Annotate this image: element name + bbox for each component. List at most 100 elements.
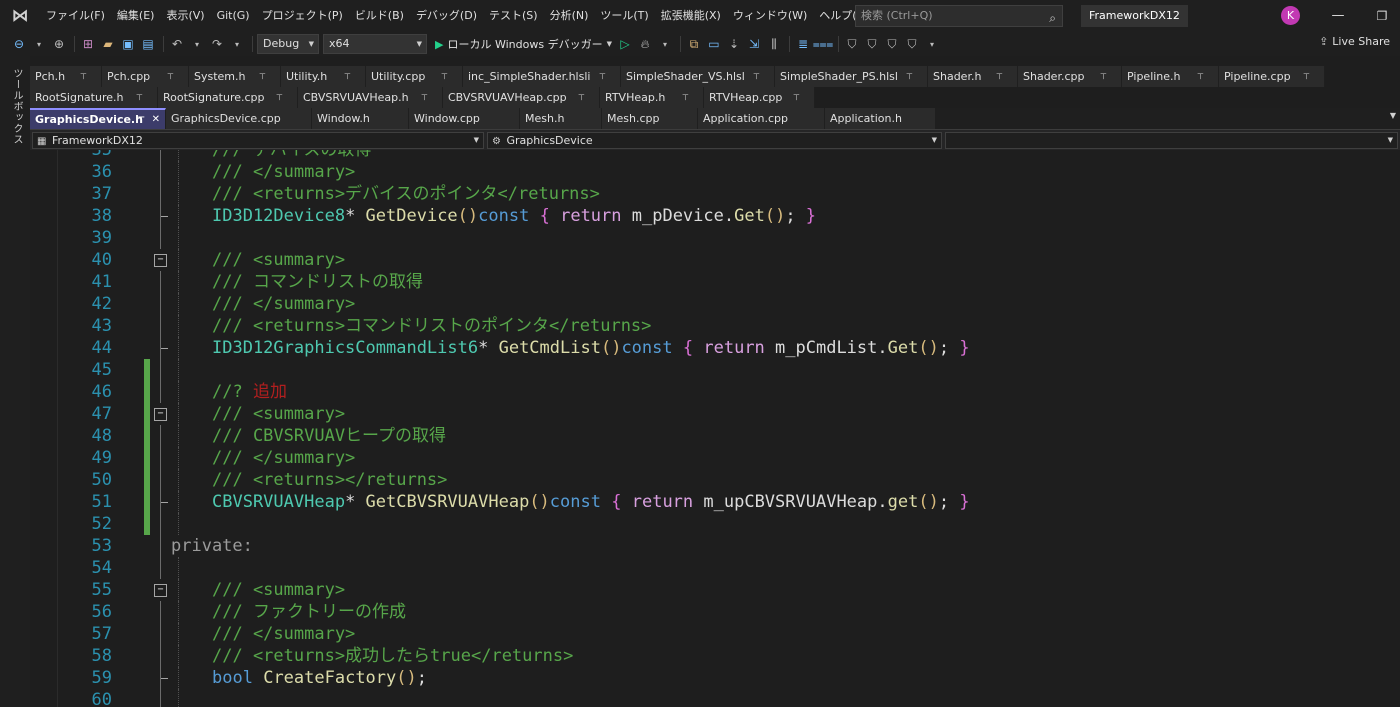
dropdown-arrow-icon[interactable]: ▾ — [656, 35, 674, 53]
breakpoint-window-icon[interactable]: ⫼ — [765, 35, 783, 53]
code-line[interactable]: 48 /// CBVSRVUAVヒープの取得 — [30, 425, 1400, 447]
code-line[interactable]: 51 CBVSRVUAVHeap* GetCBVSRVUAVHeap()const… — [30, 491, 1400, 513]
code-line[interactable]: 42 /// </summary> — [30, 293, 1400, 315]
code-editor[interactable]: 35 /// デバイスの取得 36 /// </summary> 37 /// <retu… — [30, 150, 1400, 707]
live-share-button[interactable]: ⇪ Live Share — [1319, 35, 1390, 48]
member-dropdown[interactable]: ▼ — [945, 132, 1398, 149]
pin-icon[interactable]: ⊤ — [578, 87, 585, 108]
dropdown-arrow-icon[interactable]: ▾ — [30, 35, 48, 53]
navigate-back-icon[interactable]: ⊖ — [10, 35, 28, 53]
code-line[interactable]: 49 /// </summary> — [30, 447, 1400, 469]
menu-item[interactable]: テスト(S) — [483, 0, 544, 32]
document-tab[interactable]: Mesh.h — [520, 108, 602, 129]
close-tab-icon[interactable]: ✕ — [152, 110, 160, 129]
code-line[interactable]: 54 — [30, 557, 1400, 579]
search-input[interactable]: 検索 (Ctrl+Q) ⌕ — [855, 5, 1063, 27]
search-icon[interactable]: ⌕ — [1049, 8, 1056, 28]
solution-configuration-dropdown[interactable]: Debug ▼ — [257, 34, 319, 54]
start-debugging-button[interactable]: ▶ ローカル Windows デバッガー ▼ — [435, 36, 612, 52]
new-project-icon[interactable]: ⊞ — [79, 35, 97, 53]
next-bookmark-icon[interactable]: ⛉ — [883, 35, 901, 53]
restore-window-icon[interactable]: ❐ — [1374, 0, 1390, 32]
dropdown-arrow-icon[interactable]: ▾ — [923, 35, 941, 53]
redo-dropdown-icon[interactable]: ▾ — [228, 35, 246, 53]
code-line[interactable]: 43 /// <returns>コマンドリストのポインタ</returns> — [30, 315, 1400, 337]
document-tab[interactable]: Utility.h ⊤ — [281, 66, 366, 87]
save-icon[interactable]: ▣ — [119, 35, 137, 53]
code-line[interactable]: 37 /// <returns>デバイスのポインタ</returns> — [30, 183, 1400, 205]
toolbox-tab[interactable]: ツールボックス — [9, 68, 24, 145]
document-tab[interactable]: CBVSRVUAVHeap.h ⊤ — [298, 87, 443, 108]
document-tab[interactable]: CBVSRVUAVHeap.cpp ⊤ — [443, 87, 600, 108]
pin-icon[interactable]: ⊤ — [167, 66, 174, 87]
pin-icon[interactable]: ⊤ — [682, 87, 689, 108]
document-tab[interactable]: GraphicsDevice.h ⊤ ✕ — [30, 108, 166, 129]
avatar[interactable]: K — [1281, 6, 1300, 25]
menu-item[interactable]: ビルド(B) — [349, 0, 410, 32]
menu-item[interactable]: 表示(V) — [160, 0, 210, 32]
menu-item[interactable]: プロジェクト(P) — [256, 0, 349, 32]
code-line[interactable]: 47 − /// <summary> — [30, 403, 1400, 425]
code-line[interactable]: 57 /// </summary> — [30, 623, 1400, 645]
code-line[interactable]: 52 — [30, 513, 1400, 535]
document-tab[interactable]: RTVHeap.cpp ⊤ — [704, 87, 815, 108]
collapse-region-icon[interactable]: − — [154, 254, 167, 267]
code-line[interactable]: 35 /// デバイスの取得 — [30, 150, 1400, 161]
pin-icon[interactable]: ⊤ — [599, 66, 606, 87]
code-line[interactable]: 60 — [30, 689, 1400, 707]
save-all-icon[interactable]: ▤ — [139, 35, 157, 53]
document-tab[interactable]: SimpleShader_VS.hlsl ⊤ — [621, 66, 775, 87]
code-line[interactable]: 36 /// </summary> — [30, 161, 1400, 183]
document-tab[interactable]: RTVHeap.h ⊤ — [600, 87, 704, 108]
step-into-icon[interactable]: ⇣ — [725, 35, 743, 53]
uncomment-icon[interactable]: ⩶ — [813, 35, 834, 53]
start-without-debugging-icon[interactable]: ▷ — [616, 35, 634, 53]
document-tab[interactable]: Shader.h ⊤ — [928, 66, 1018, 87]
document-tab[interactable]: Mesh.cpp — [602, 108, 698, 129]
pin-icon[interactable]: ⊤ — [441, 66, 448, 87]
document-tab[interactable]: Application.cpp — [698, 108, 825, 129]
code-line[interactable]: 40 − /// <summary> — [30, 249, 1400, 271]
clear-bookmarks-icon[interactable]: ⛉ — [903, 35, 921, 53]
document-tab[interactable]: Window.h — [312, 108, 409, 129]
code-line[interactable]: 38 ID3D12Device8* GetDevice()const { retu… — [30, 205, 1400, 227]
bookmark-icon[interactable]: ⛉ — [843, 35, 861, 53]
pin-icon[interactable]: ⊤ — [1197, 66, 1204, 87]
document-tab[interactable]: System.h ⊤ — [189, 66, 281, 87]
tab-overflow-icon[interactable]: ▼ — [1390, 111, 1396, 120]
menu-item[interactable]: 編集(E) — [111, 0, 161, 32]
step-over-icon[interactable]: ⇲ — [745, 35, 763, 53]
scope-dropdown[interactable]: ⚙ GraphicsDevice ▼ — [487, 132, 942, 149]
pin-icon[interactable]: ⊤ — [138, 110, 145, 129]
collapse-region-icon[interactable]: − — [154, 408, 167, 421]
document-tab[interactable]: inc_SimpleShader.hlsli ⊤ — [463, 66, 621, 87]
code-line[interactable]: 41 /// コマンドリストの取得 — [30, 271, 1400, 293]
project-dropdown[interactable]: ▦ FrameworkDX12 ▼ — [32, 132, 484, 149]
previous-bookmark-icon[interactable]: ⛉ — [863, 35, 881, 53]
pin-icon[interactable]: ⊤ — [421, 87, 428, 108]
pin-icon[interactable]: ⊤ — [793, 87, 800, 108]
collapse-region-icon[interactable]: − — [154, 584, 167, 597]
code-line[interactable]: 55 − /// <summary> — [30, 579, 1400, 601]
solution-platform-dropdown[interactable]: x64 ▼ — [323, 34, 427, 54]
code-line[interactable]: 50 /// <returns></returns> — [30, 469, 1400, 491]
menu-item[interactable]: 分析(N) — [544, 0, 595, 32]
code-line[interactable]: 58 /// <returns>成功したらtrue</returns> — [30, 645, 1400, 667]
hot-reload-icon[interactable]: 🔥︎ — [636, 35, 654, 53]
solution-explorer-icon[interactable]: ⧉ — [685, 35, 703, 53]
document-tab[interactable]: RootSignature.h ⊤ — [30, 87, 158, 108]
document-tab[interactable]: Application.h — [825, 108, 936, 129]
undo-dropdown-icon[interactable]: ▾ — [188, 35, 206, 53]
menu-item[interactable]: ウィンドウ(W) — [727, 0, 813, 32]
minimize-icon[interactable]: — — [1330, 0, 1346, 32]
document-tab[interactable]: Shader.cpp ⊤ — [1018, 66, 1122, 87]
pin-icon[interactable]: ⊤ — [276, 87, 283, 108]
undo-icon[interactable]: ↶ — [168, 35, 186, 53]
comment-out-icon[interactable]: ≣ — [794, 35, 812, 53]
code-line[interactable]: 53 private: — [30, 535, 1400, 557]
open-file-icon[interactable]: ▰ — [99, 35, 117, 53]
document-tab[interactable]: GraphicsDevice.cpp — [166, 108, 312, 129]
code-line[interactable]: 59 bool CreateFactory(); — [30, 667, 1400, 689]
pin-icon[interactable]: ⊤ — [906, 66, 913, 87]
menu-item[interactable]: ファイル(F) — [40, 0, 111, 32]
